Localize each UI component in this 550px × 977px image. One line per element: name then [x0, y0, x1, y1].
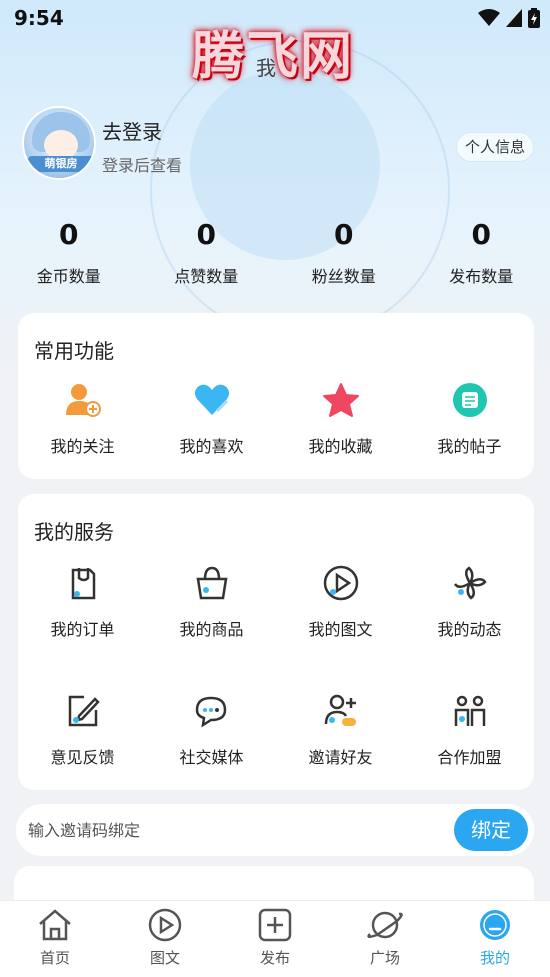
stat-value: 0 — [471, 218, 491, 251]
stat-label: 粉丝数量 — [311, 267, 376, 286]
stat-label: 发布数量 — [449, 267, 514, 286]
grid-label: 邀请好友 — [308, 748, 373, 767]
stat-coins[interactable]: 0 金币数量 — [0, 218, 138, 298]
basket-icon — [196, 566, 227, 600]
nav-square[interactable]: 广场 — [330, 901, 440, 977]
status-time: 9:54 — [14, 6, 64, 30]
profile-icon — [480, 910, 510, 940]
stat-value: 0 — [334, 218, 354, 251]
signal-icon — [506, 9, 522, 27]
stat-posts[interactable]: 0 发布数量 — [413, 218, 550, 298]
service-item-orders[interactable]: 我的订单 — [18, 564, 147, 664]
bind-button[interactable]: 绑定 — [454, 809, 528, 851]
status-icons — [478, 8, 540, 28]
profile-section: 萌银房 去登录 登录后查看 个人信息 — [22, 106, 542, 182]
planet-icon — [367, 911, 403, 939]
grid-label: 我的图文 — [308, 620, 373, 639]
nav-mine[interactable]: 我的 — [440, 901, 550, 977]
plus-square-icon — [258, 908, 292, 942]
home-icon — [39, 909, 71, 941]
common-functions-card: 常用功能 我的关注 我的喜欢 我的收藏 我的帖子 — [18, 313, 534, 479]
invite-code-input[interactable] — [16, 804, 436, 856]
nav-label: 图文 — [149, 949, 180, 967]
grid-label: 我的动态 — [437, 620, 502, 639]
heart-icon — [194, 384, 229, 415]
stat-label: 金币数量 — [36, 267, 101, 286]
nav-articles[interactable]: 图文 — [110, 901, 220, 977]
post-icon — [452, 383, 487, 417]
wifi-icon — [478, 9, 500, 26]
edit-icon — [68, 695, 100, 727]
nav-label: 首页 — [39, 949, 70, 967]
add-friend-icon — [324, 694, 356, 726]
service-item-social[interactable]: 社交媒体 — [147, 692, 276, 792]
play-circle-icon — [148, 908, 182, 942]
card-title: 我的服务 — [34, 520, 114, 544]
partners-icon — [454, 695, 485, 726]
personal-info-button[interactable]: 个人信息 — [455, 132, 534, 162]
bottom-nav: 首页 图文 发布 广场 我的 — [0, 900, 550, 977]
pinwheel-icon — [453, 566, 487, 600]
nav-label: 我的 — [479, 949, 510, 967]
avatar[interactable]: 萌银房 — [22, 106, 96, 180]
stat-label: 点赞数量 — [174, 267, 239, 286]
services-grid-row-2: 意见反馈 社交媒体 邀请好友 合作加盟 — [18, 692, 534, 792]
invite-bar: 绑定 — [16, 804, 534, 856]
grid-label: 我的订单 — [50, 620, 115, 639]
services-card: 我的服务 我的订单 我的商品 我的图文 我的动态 意见反馈 社交媒体 邀请好友 … — [18, 494, 534, 790]
nav-label: 广场 — [369, 949, 400, 967]
common-item-favorites[interactable]: 我的收藏 — [276, 381, 405, 481]
stat-fans[interactable]: 0 粉丝数量 — [275, 218, 413, 298]
stat-value: 0 — [59, 218, 79, 251]
stat-likes[interactable]: 0 点赞数量 — [138, 218, 276, 298]
battery-icon — [528, 8, 540, 28]
grid-label: 意见反馈 — [50, 748, 115, 767]
avatar-tag: 萌银房 — [28, 156, 94, 172]
card-title: 常用功能 — [34, 339, 114, 363]
page-title: 我 — [256, 56, 276, 80]
service-item-partners[interactable]: 合作加盟 — [405, 692, 534, 792]
common-item-follow[interactable]: 我的关注 — [18, 381, 147, 481]
service-item-feedback[interactable]: 意见反馈 — [18, 692, 147, 792]
service-item-invite[interactable]: 邀请好友 — [276, 692, 405, 792]
stats-row: 0 金币数量 0 点赞数量 0 粉丝数量 0 发布数量 — [0, 218, 550, 298]
grid-label: 我的收藏 — [308, 437, 373, 456]
chat-icon — [195, 696, 226, 728]
star-icon — [322, 383, 359, 417]
grid-label: 我的商品 — [179, 620, 244, 639]
grid-label: 我的关注 — [50, 437, 115, 456]
common-grid: 我的关注 我的喜欢 我的收藏 我的帖子 — [18, 381, 534, 481]
user-plus-icon — [65, 384, 101, 417]
grid-label: 合作加盟 — [437, 748, 502, 767]
common-item-likes[interactable]: 我的喜欢 — [147, 381, 276, 481]
play-circle-icon — [323, 565, 358, 601]
order-icon — [71, 568, 95, 600]
login-link[interactable]: 去登录 — [102, 116, 162, 145]
service-item-goods[interactable]: 我的商品 — [147, 564, 276, 664]
stat-value: 0 — [196, 218, 216, 251]
nav-home[interactable]: 首页 — [0, 901, 110, 977]
nav-label: 发布 — [259, 949, 290, 967]
grid-label: 我的喜欢 — [179, 437, 244, 456]
services-grid-row-1: 我的订单 我的商品 我的图文 我的动态 — [18, 564, 534, 664]
nav-publish[interactable]: 发布 — [220, 901, 330, 977]
service-item-articles[interactable]: 我的图文 — [276, 564, 405, 664]
service-item-moments[interactable]: 我的动态 — [405, 564, 534, 664]
grid-label: 社交媒体 — [179, 748, 244, 767]
login-subtitle: 登录后查看 — [102, 156, 183, 175]
common-item-posts[interactable]: 我的帖子 — [405, 381, 534, 481]
grid-label: 我的帖子 — [437, 437, 502, 456]
